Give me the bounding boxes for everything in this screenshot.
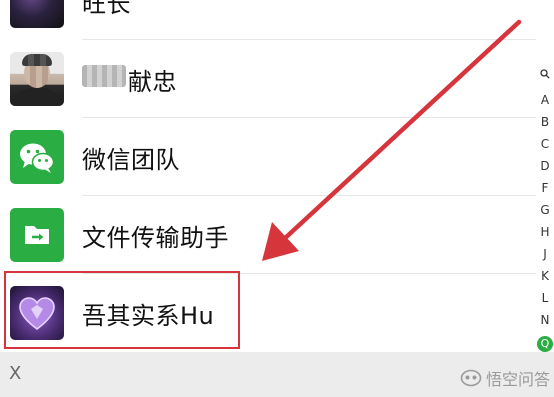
- index-letter-f[interactable]: F: [536, 180, 554, 196]
- contact-row-wechat-team[interactable]: 微信团队: [0, 118, 536, 196]
- file-transfer-avatar: [10, 208, 64, 262]
- blurred-photo-avatar: [10, 52, 64, 106]
- magnifier-icon[interactable]: [540, 69, 550, 79]
- contact-name-visible: 献忠: [128, 68, 177, 96]
- index-letter-j[interactable]: J: [536, 246, 554, 262]
- contact-name: 微信团队: [82, 146, 180, 174]
- index-letter-k[interactable]: K: [536, 268, 554, 284]
- dark-gaming-avatar: [10, 0, 64, 28]
- contact-row-highlighted[interactable]: 吾其实系Hu: [0, 274, 536, 352]
- contact-row-file-transfer[interactable]: 文件传输助手: [0, 196, 536, 274]
- purple-heart-avatar: [10, 286, 64, 340]
- bottom-search-bar: X 悟空问答: [0, 352, 554, 397]
- index-letter-l[interactable]: L: [536, 290, 554, 306]
- watermark-text: 悟空问答: [485, 370, 550, 389]
- contact-name: 旺长: [82, 0, 131, 18]
- contact-list: 旺长 献忠 微信团队 文件传输助手 吾其实系Hu: [0, 0, 536, 352]
- index-letter-q-active[interactable]: Q: [537, 336, 553, 352]
- folder-arrow-icon: [25, 226, 49, 244]
- index-letter-c[interactable]: C: [536, 136, 554, 152]
- alphabet-index-bar[interactable]: A B C D F G H J K L N Q W X: [536, 66, 554, 397]
- index-letter-b[interactable]: B: [536, 114, 554, 130]
- wechat-logo-avatar: [10, 130, 64, 184]
- index-letter-d[interactable]: D: [536, 158, 554, 174]
- watermark: 悟空问答: [460, 366, 550, 390]
- index-letter-a[interactable]: A: [536, 92, 554, 108]
- wukong-logo-icon: [460, 369, 482, 387]
- contact-row-wangchang[interactable]: 旺长: [0, 0, 536, 40]
- contact-name: 文件传输助手: [82, 224, 229, 252]
- wechat-contacts-screen: 旺长 献忠 微信团队 文件传输助手 吾其实系Hu A B C D F G H J…: [0, 0, 554, 397]
- close-button[interactable]: X: [9, 363, 21, 384]
- blurred-text-mask: [82, 65, 126, 87]
- index-letter-h[interactable]: H: [536, 224, 554, 240]
- index-letter-g[interactable]: G: [536, 202, 554, 218]
- heart-icon: [19, 297, 55, 331]
- wechat-icon: [20, 143, 55, 173]
- contact-name: [82, 62, 128, 90]
- contact-row-blurred[interactable]: 献忠: [0, 40, 536, 118]
- contact-name: 吾其实系Hu: [82, 302, 215, 330]
- index-letter-n[interactable]: N: [536, 312, 554, 328]
